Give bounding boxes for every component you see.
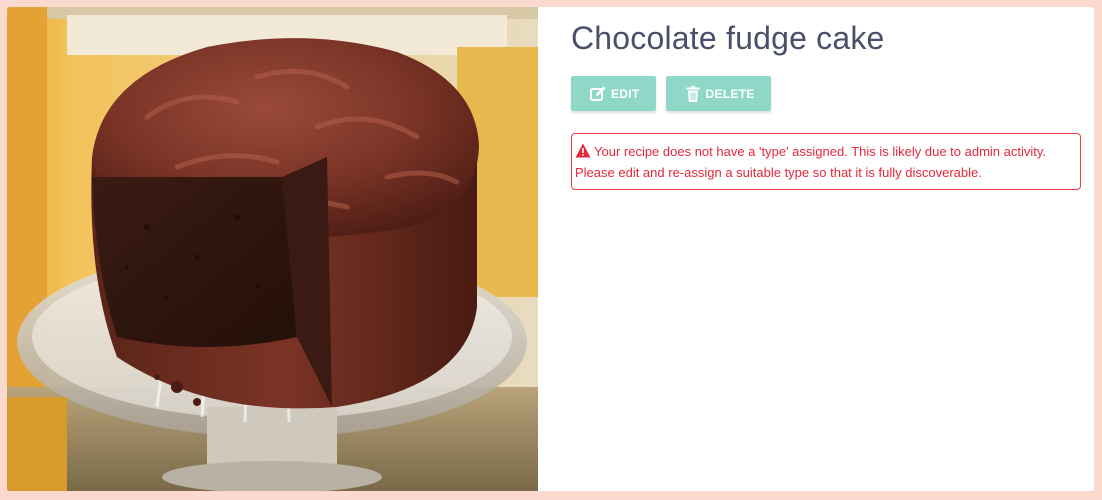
recipe-details: Chocolate fudge cake EDIT DELETE Your re… <box>571 7 1082 190</box>
edit-icon <box>589 85 607 103</box>
trash-icon <box>684 85 702 103</box>
alert-message: Your recipe does not have a 'type' assig… <box>575 144 1047 180</box>
warning-icon <box>575 143 591 158</box>
recipe-photo <box>7 7 538 491</box>
recipe-title: Chocolate fudge cake <box>571 20 885 56</box>
delete-button[interactable]: DELETE <box>665 76 771 111</box>
recipe-actions: EDIT DELETE <box>571 76 1082 111</box>
edit-button-label: EDIT <box>611 86 640 101</box>
delete-button-label: DELETE <box>705 86 755 101</box>
missing-type-alert: Your recipe does not have a 'type' assig… <box>571 133 1081 190</box>
recipe-card: Chocolate fudge cake EDIT DELETE Your re… <box>7 7 1094 491</box>
edit-button[interactable]: EDIT <box>571 76 656 111</box>
